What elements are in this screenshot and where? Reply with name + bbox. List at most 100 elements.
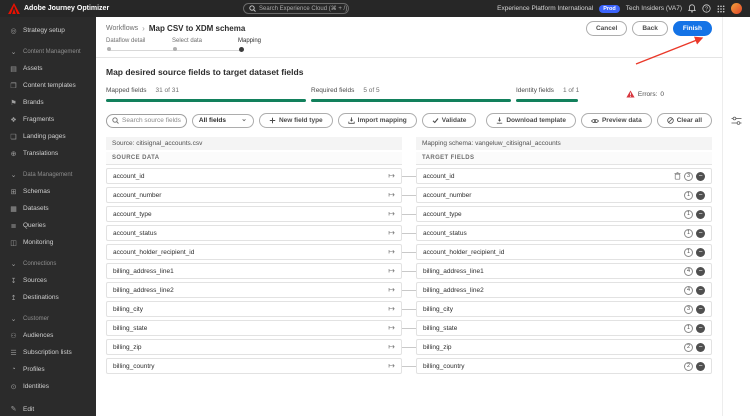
- finish-button[interactable]: Finish: [672, 21, 712, 36]
- sidebar-edit-button[interactable]: ✎ Edit: [0, 405, 35, 414]
- remove-mapping-icon[interactable]: −: [696, 323, 705, 333]
- remove-mapping-icon[interactable]: −: [696, 361, 705, 371]
- import-mapping-button[interactable]: Import mapping: [337, 113, 417, 128]
- clear-all-button[interactable]: Clear all: [656, 113, 712, 128]
- map-to-icon[interactable]: ↦: [388, 267, 395, 275]
- remove-mapping-icon[interactable]: −: [696, 342, 705, 352]
- cancel-button[interactable]: Cancel: [585, 21, 628, 36]
- remove-mapping-icon[interactable]: −: [696, 285, 705, 295]
- profiles-icon: ◔: [11, 366, 16, 373]
- nav-label: Schemas: [23, 188, 51, 195]
- table-settings-icon[interactable]: [731, 113, 742, 125]
- target-field-cell[interactable]: account_status 1 −: [416, 225, 712, 241]
- target-field-cell[interactable]: account_id 3 −: [416, 168, 712, 184]
- source-field-cell[interactable]: billing_city ↦: [106, 301, 402, 317]
- map-to-icon[interactable]: ↦: [388, 286, 395, 294]
- sidebar-item-landing-pages[interactable]: ❏ Landing pages: [0, 128, 96, 145]
- map-to-icon[interactable]: ↦: [388, 324, 395, 332]
- target-field-cell[interactable]: account_type 1 −: [416, 206, 712, 222]
- source-field-cell[interactable]: account_status ↦: [106, 225, 402, 241]
- sidebar-item-content-templates[interactable]: ❐ Content templates: [0, 77, 96, 94]
- source-field-cell[interactable]: account_number ↦: [106, 187, 402, 203]
- nav-label: Landing pages: [23, 133, 66, 140]
- sidebar-section-content-management[interactable]: ⌄ Content Management: [0, 43, 96, 60]
- apps-grid-icon[interactable]: [717, 5, 725, 13]
- target-field-name: account_number: [423, 191, 472, 199]
- global-search-input[interactable]: Search Experience Cloud (⌘ + /): [243, 3, 349, 14]
- source-field-cell[interactable]: billing_address_line2 ↦: [106, 282, 402, 298]
- clear-icon: [667, 117, 674, 124]
- sidebar-section-customer[interactable]: ⌄ Customer: [0, 310, 96, 327]
- sidebar-section-connections[interactable]: ⌄ Connections: [0, 255, 96, 272]
- sidebar-item-brands[interactable]: ⚑ Brands: [0, 94, 96, 111]
- target-field-cell[interactable]: billing_address_line1 4 −: [416, 263, 712, 279]
- target-field-cell[interactable]: billing_country 2 −: [416, 358, 712, 374]
- sidebar-item-monitoring[interactable]: ◫ Monitoring: [0, 234, 96, 251]
- map-to-icon[interactable]: ↦: [388, 362, 395, 370]
- tenant-switcher[interactable]: Tech Insiders (VA7): [626, 5, 682, 12]
- map-to-icon[interactable]: ↦: [388, 305, 395, 313]
- sidebar-item-destinations[interactable]: ↥ Destinations: [0, 289, 96, 306]
- sidebar-item-subscription-lists[interactable]: ☰ Subscription lists: [0, 344, 96, 361]
- nav-label: Datasets: [23, 205, 49, 212]
- target-field-cell[interactable]: billing_state 1 −: [416, 320, 712, 336]
- avatar[interactable]: [731, 3, 742, 14]
- remove-mapping-icon[interactable]: −: [696, 247, 705, 257]
- target-field-cell[interactable]: account_number 1 −: [416, 187, 712, 203]
- remove-mapping-icon[interactable]: −: [696, 209, 705, 219]
- source-field-cell[interactable]: billing_zip ↦: [106, 339, 402, 355]
- source-field-cell[interactable]: billing_address_line1 ↦: [106, 263, 402, 279]
- sidebar-item-datasets[interactable]: ▦ Datasets: [0, 200, 96, 217]
- notifications-icon[interactable]: [688, 4, 696, 13]
- errors-count: 0: [660, 90, 664, 98]
- stepper-step[interactable]: Dataflow detail: [106, 38, 172, 52]
- help-icon[interactable]: ?: [702, 4, 711, 13]
- target-field-cell[interactable]: billing_address_line2 4 −: [416, 282, 712, 298]
- source-field-cell[interactable]: billing_country ↦: [106, 358, 402, 374]
- preview-data-button[interactable]: Preview data: [580, 113, 652, 128]
- remove-mapping-icon[interactable]: −: [696, 228, 705, 238]
- remove-mapping-icon[interactable]: −: [696, 190, 705, 200]
- sidebar-item-schemas[interactable]: ⊞ Schemas: [0, 183, 96, 200]
- sidebar-item-strategy-setup[interactable]: ◎ Strategy setup: [0, 22, 96, 39]
- new-field-type-button[interactable]: New field type: [258, 113, 333, 128]
- sidebar-item-identities[interactable]: ⊙ Identities: [0, 378, 96, 395]
- breadcrumb-workflows-link[interactable]: Workflows: [106, 25, 138, 32]
- validate-button[interactable]: Validate: [421, 113, 477, 128]
- target-field-cell[interactable]: account_holder_recipient_id 1 −: [416, 244, 712, 260]
- map-to-icon[interactable]: ↦: [388, 210, 395, 218]
- sidebar-item-queries[interactable]: ≣ Queries: [0, 217, 96, 234]
- progress-bar: [516, 99, 578, 102]
- map-to-icon[interactable]: ↦: [388, 191, 395, 199]
- target-field-cell[interactable]: billing_city 3 −: [416, 301, 712, 317]
- remove-mapping-icon[interactable]: −: [696, 266, 705, 276]
- nav-label: Queries: [23, 222, 46, 229]
- org-name[interactable]: Experience Platform International: [497, 5, 593, 12]
- source-field-cell[interactable]: billing_state ↦: [106, 320, 402, 336]
- sidebar-item-translations[interactable]: ⊕ Translations: [0, 145, 96, 162]
- download-template-button[interactable]: Download template: [486, 113, 576, 128]
- source-field-cell[interactable]: account_holder_recipient_id ↦: [106, 244, 402, 260]
- map-to-icon[interactable]: ↦: [388, 343, 395, 351]
- remove-mapping-icon[interactable]: −: [696, 304, 705, 314]
- sidebar-item-fragments[interactable]: ❖ Fragments: [0, 111, 96, 128]
- map-to-icon[interactable]: ↦: [388, 229, 395, 237]
- stepper-step[interactable]: Select data: [172, 38, 238, 52]
- stepper-step[interactable]: Mapping: [238, 38, 304, 52]
- search-source-fields-input[interactable]: Search source fields: [106, 113, 187, 128]
- field-filter-select[interactable]: All fields ⌄: [191, 113, 254, 128]
- target-field-cell[interactable]: billing_zip 2 −: [416, 339, 712, 355]
- map-to-icon[interactable]: ↦: [388, 248, 395, 256]
- sidebar-item-audiences[interactable]: ⚇ Audiences: [0, 327, 96, 344]
- sidebar-item-profiles[interactable]: ◔ Profiles: [0, 361, 96, 378]
- remove-mapping-icon[interactable]: −: [696, 171, 705, 181]
- source-field-name: billing_address_line2: [113, 286, 174, 294]
- sidebar-item-assets[interactable]: ▤ Assets: [0, 60, 96, 77]
- map-to-icon[interactable]: ↦: [388, 172, 395, 180]
- source-field-cell[interactable]: account_id ↦: [106, 168, 402, 184]
- source-field-cell[interactable]: account_type ↦: [106, 206, 402, 222]
- sidebar-item-sources[interactable]: ↧ Sources: [0, 272, 96, 289]
- sidebar-section-data-management[interactable]: ⌄ Data Management: [0, 166, 96, 183]
- delete-icon[interactable]: [674, 172, 681, 180]
- back-button[interactable]: Back: [632, 21, 668, 36]
